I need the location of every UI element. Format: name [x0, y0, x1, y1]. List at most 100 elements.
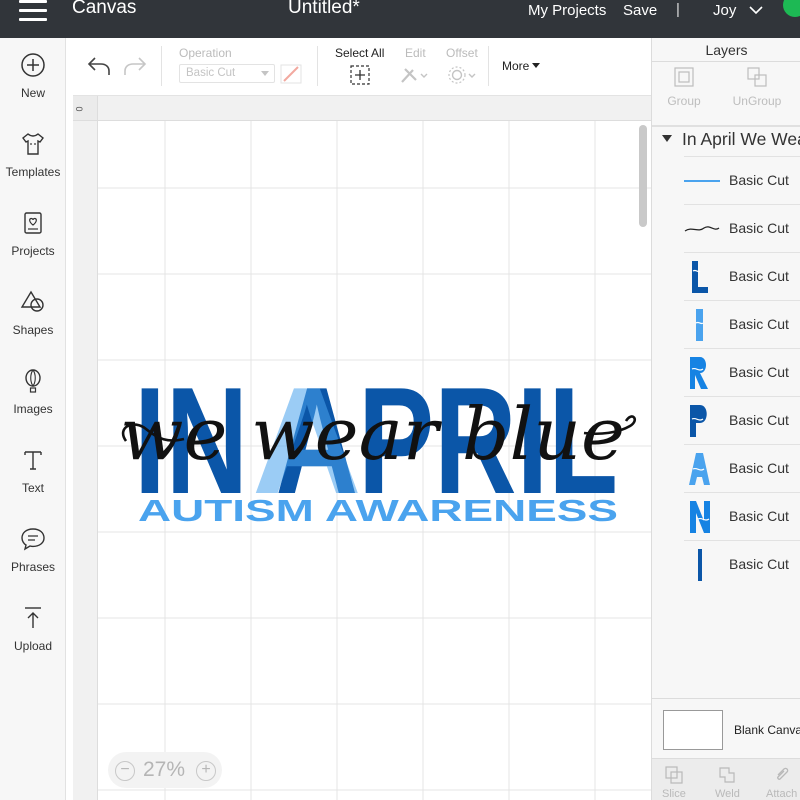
undo-icon[interactable] [87, 55, 111, 77]
layer-label: Basic Cut [729, 412, 789, 428]
sidebar-item-label: Text [21, 481, 44, 495]
my-projects-link[interactable]: My Projects [528, 2, 606, 19]
speech-bubble-icon [21, 528, 45, 551]
sidebar-item-label: Images [13, 402, 53, 416]
select-all-icon[interactable] [349, 64, 371, 86]
zoom-out-button[interactable]: − [115, 761, 135, 781]
redo-icon[interactable] [123, 55, 147, 77]
layers-title: Layers [652, 38, 800, 62]
sidebar-item-label: Shapes [12, 323, 54, 337]
layer-label: Basic Cut [729, 556, 789, 572]
sidebar-item-label: New [20, 86, 45, 100]
sidebar-item-label: Upload [13, 639, 53, 653]
operation-label: Operation [179, 46, 232, 60]
layer-row[interactable]: Basic Cut [684, 492, 800, 540]
caret-down-icon [532, 63, 541, 68]
layer-group-label: In April We Wear Blue [682, 129, 800, 149]
layer-row[interactable]: Basic Cut [684, 300, 800, 348]
more-menu[interactable]: More [502, 59, 541, 73]
chevron-down-icon[interactable] [748, 2, 764, 18]
shapes-icon [20, 290, 44, 312]
canvas-scrollbar[interactable] [639, 125, 647, 227]
toolbar-divider [488, 46, 489, 86]
sidebar-item-phrases[interactable]: Phrases [0, 526, 66, 596]
account-status-icon[interactable] [783, 0, 800, 17]
layer-row[interactable]: Basic Cut [684, 540, 800, 588]
layer-thumb-N [690, 501, 710, 533]
layer-label: Basic Cut [729, 172, 789, 188]
layer-row[interactable]: Basic Cut [684, 156, 800, 204]
layer-label: Basic Cut [729, 220, 789, 236]
zoom-in-button[interactable]: + [196, 761, 216, 781]
layer-thumb-autism-awareness [684, 180, 720, 182]
ungroup-icon [747, 67, 767, 87]
text-icon [24, 451, 42, 470]
layers-divider [652, 125, 800, 127]
sidebar-item-images[interactable]: Images [0, 368, 66, 438]
user-name[interactable]: Joy [713, 2, 736, 19]
left-sidebar: New Templates Projects Shapes Images Tex… [0, 38, 66, 800]
layer-label: Basic Cut [729, 316, 789, 332]
expand-triangle-icon[interactable] [662, 135, 672, 142]
design-sub-text: AUTISM AWARENESS [138, 493, 618, 528]
toolbar-divider [317, 46, 318, 86]
zoom-level: 27% [143, 758, 186, 781]
layer-thumb-L [692, 261, 708, 293]
blank-canvas-swatch[interactable] [663, 710, 723, 750]
sidebar-item-projects[interactable]: Projects [0, 210, 66, 280]
sidebar-item-templates[interactable]: Templates [0, 131, 66, 201]
design-artwork[interactable]: IN APRIL A we wear blue AUTISM AWARENESS [98, 121, 651, 800]
layer-row[interactable]: Basic Cut [684, 348, 800, 396]
ruler-top [98, 96, 651, 121]
top-bar: Canvas Untitled* My Projects Save | Joy [0, 0, 800, 38]
layer-thumb-I-narrow [698, 549, 702, 581]
edit-label: Edit [405, 46, 426, 60]
ruler-left [73, 121, 98, 800]
sidebar-item-text[interactable]: Text [0, 447, 66, 517]
slice-button[interactable]: Slice [662, 765, 686, 800]
upload-icon [25, 607, 41, 628]
save-button[interactable]: Save [623, 2, 657, 19]
group-button[interactable]: Group [654, 66, 714, 108]
blank-canvas-row: Blank Canvas [652, 698, 800, 758]
dropdown-arrow-icon [261, 71, 269, 76]
offset-icon[interactable] [447, 65, 479, 85]
weld-label: Weld [715, 788, 740, 800]
layer-thumb-I [695, 309, 704, 341]
sidebar-item-shapes[interactable]: Shapes [0, 289, 66, 359]
sidebar-item-label: Phrases [10, 560, 56, 574]
ungroup-button[interactable]: UnGroup [727, 66, 787, 108]
offset-label: Offset [446, 46, 478, 60]
hamburger-menu-icon[interactable] [19, 0, 47, 22]
layer-row[interactable]: Basic Cut [684, 252, 800, 300]
sidebar-item-new[interactable]: New [0, 52, 66, 122]
slice-label: Slice [662, 788, 686, 800]
layer-row[interactable]: Basic Cut [684, 204, 800, 252]
sidebar-item-upload[interactable]: Upload [0, 605, 66, 675]
select-all-label: Select All [335, 46, 385, 60]
layer-thumb-P [690, 405, 707, 437]
layer-group-name[interactable]: In April We Wear Blue [662, 129, 800, 150]
layer-bottom-tools: Slice Weld Attach [652, 758, 800, 800]
layer-thumb-we-wear-blue [684, 226, 720, 232]
design-script-text: we wear blue [120, 392, 625, 476]
layer-row[interactable]: Basic Cut [684, 444, 800, 492]
layer-label: Basic Cut [729, 268, 789, 284]
layer-label: Basic Cut [729, 364, 789, 380]
edit-icon[interactable] [399, 65, 431, 85]
design-canvas[interactable]: IN APRIL A we wear blue AUTISM AWARENESS [98, 121, 651, 800]
layer-thumb-R [690, 357, 708, 389]
app-name: Canvas [72, 0, 137, 18]
layer-label: Basic Cut [729, 508, 789, 524]
zoom-control: − 27% + [108, 752, 222, 788]
document-title[interactable]: Untitled* [288, 0, 360, 19]
layer-row[interactable]: Basic Cut [684, 396, 800, 444]
ruler-origin: 0 [74, 106, 85, 112]
blank-canvas-label: Blank Canvas [734, 723, 800, 737]
attach-button[interactable]: Attach [766, 765, 797, 800]
linetype-color-swatch[interactable] [280, 64, 302, 84]
weld-button[interactable]: Weld [715, 765, 740, 800]
edit-toolbar: Operation Basic Cut Select All Edit Offs… [73, 38, 651, 96]
slice-icon [665, 766, 683, 784]
operation-select[interactable]: Basic Cut [179, 64, 275, 83]
